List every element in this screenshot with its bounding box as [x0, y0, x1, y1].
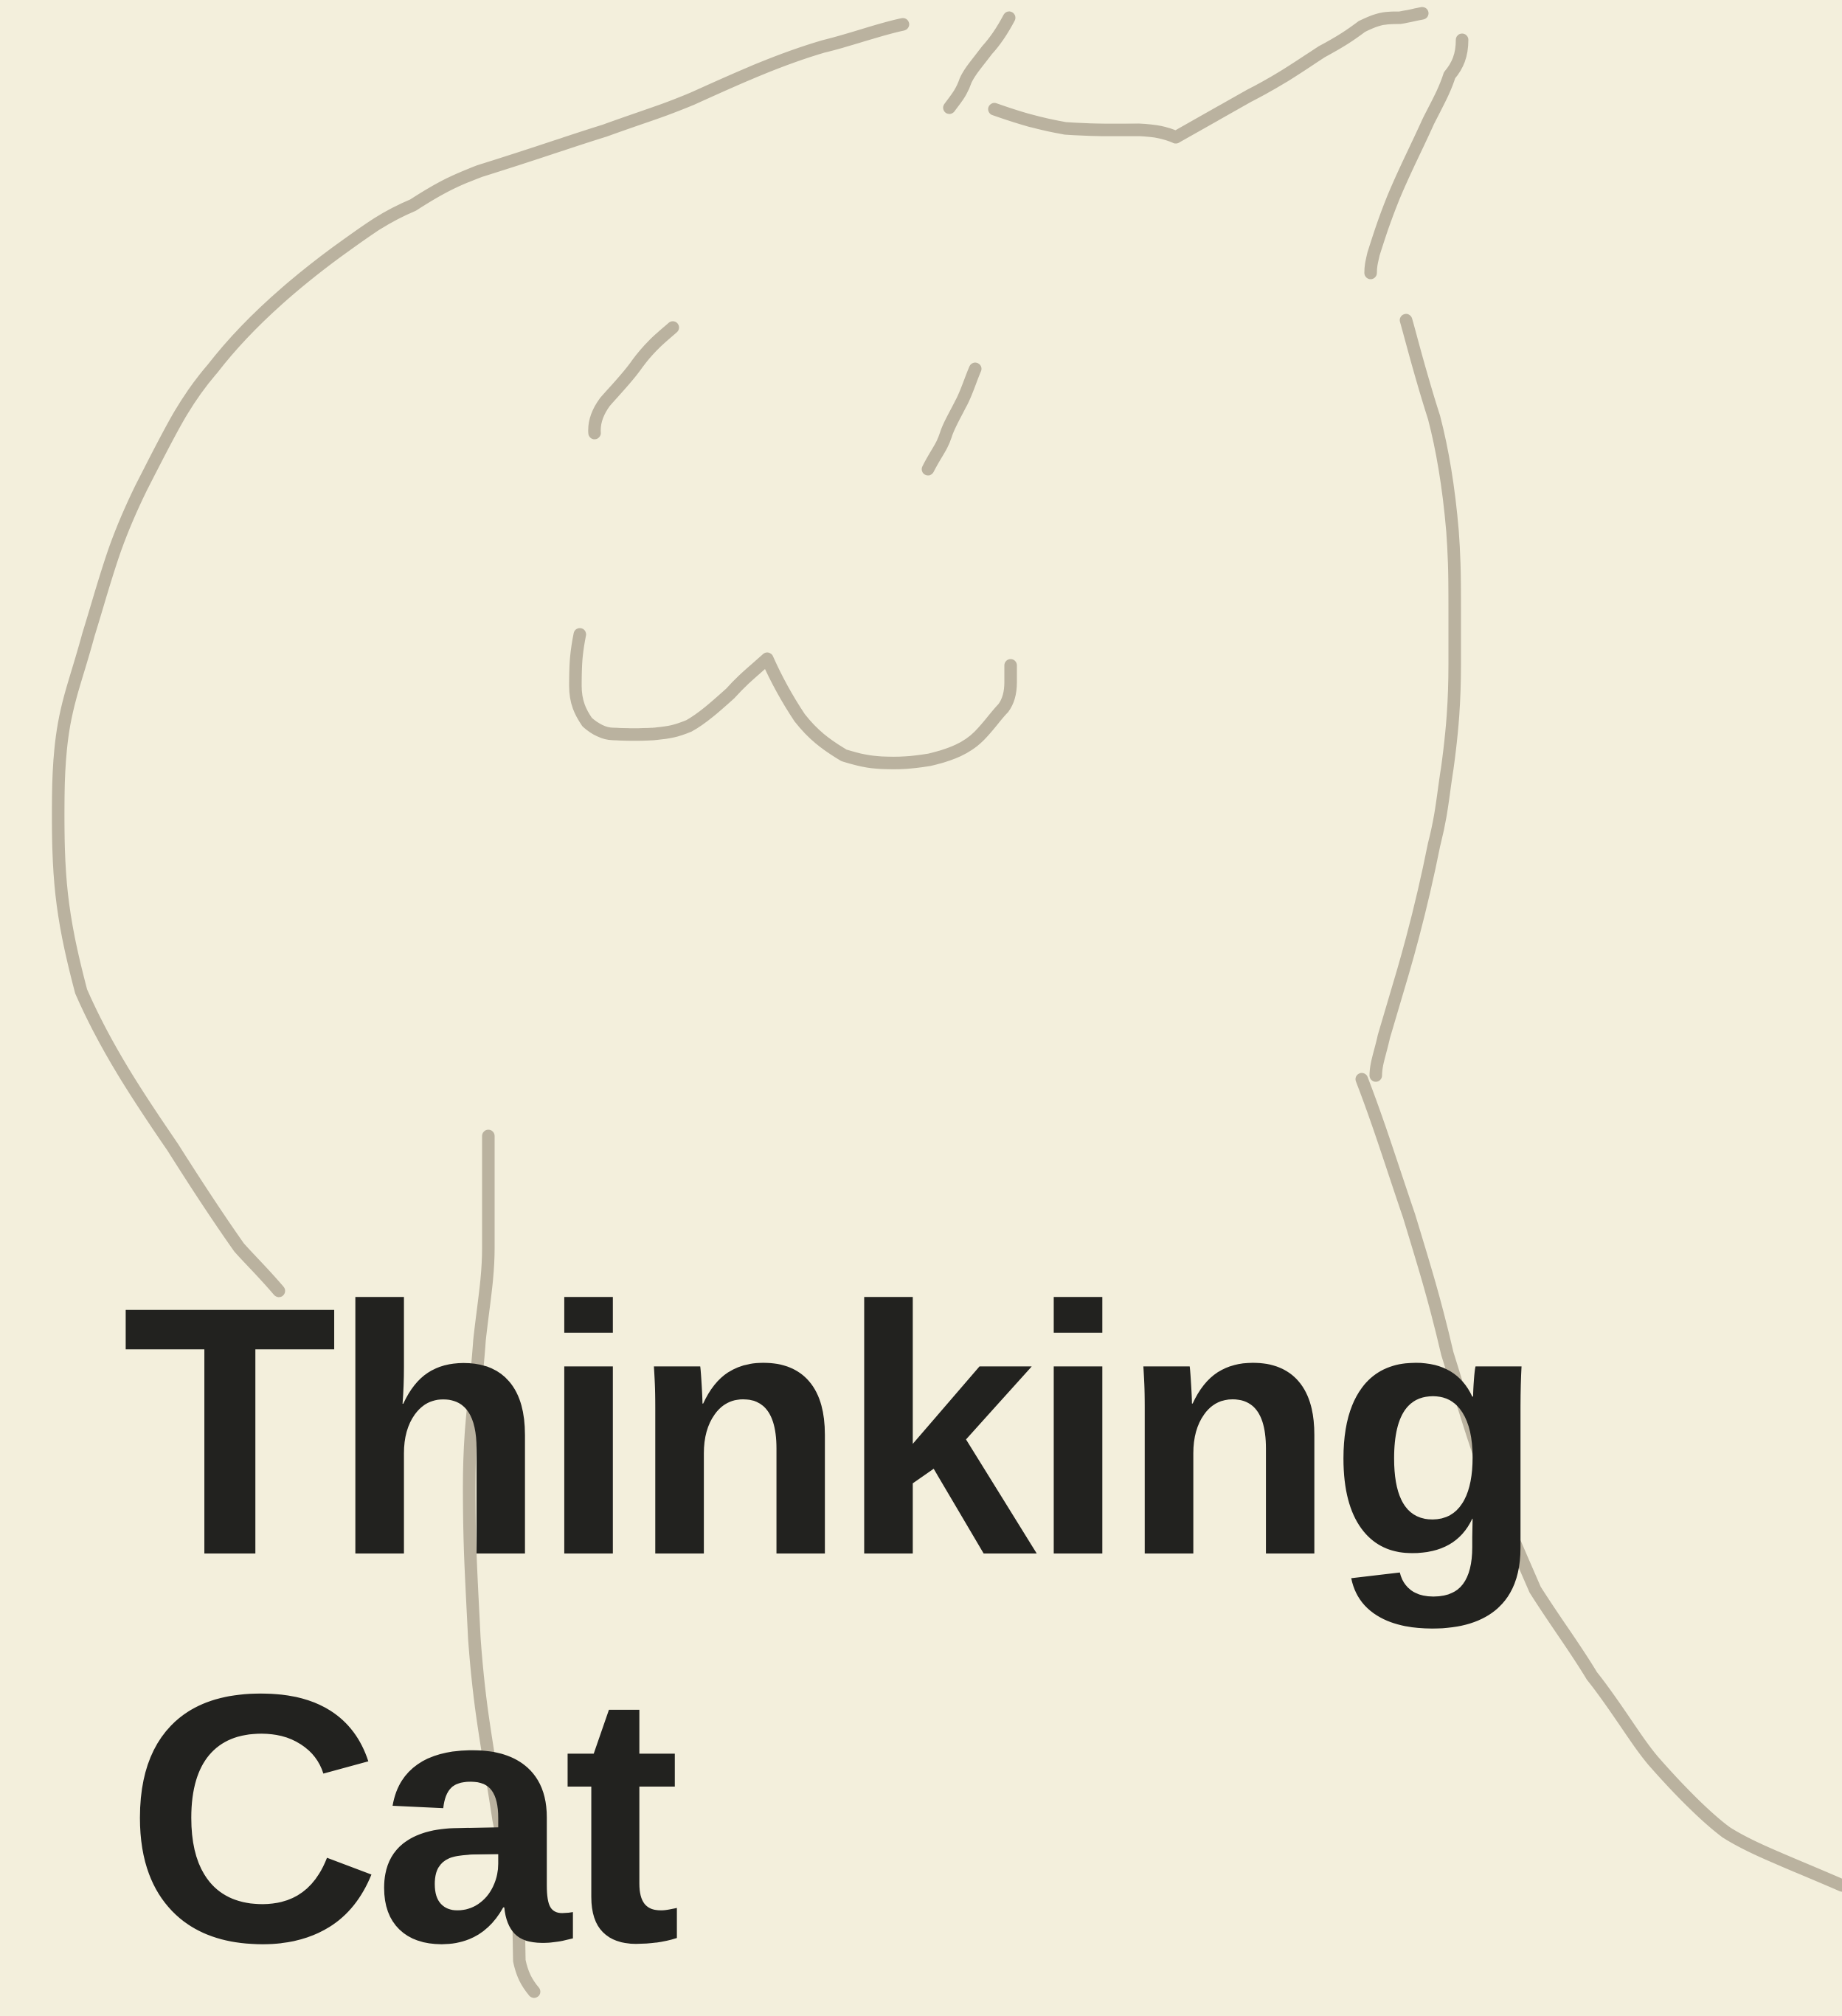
cat-left-eye	[588, 321, 679, 440]
cat-head-right-contour	[1364, 33, 1469, 280]
cat-left-ear-tip	[943, 11, 1016, 114]
cat-body-right-contour	[1369, 314, 1461, 1082]
cat-forehead-line	[988, 103, 1183, 144]
title-word-thinking: Thinking	[122, 1233, 1545, 1629]
title-word-cat: Cat	[125, 1620, 681, 2016]
cat-right-eye	[921, 362, 982, 476]
cat-head-left-contour	[52, 18, 910, 1298]
cat-mouth	[569, 628, 1017, 769]
thinking-cat-poster: Thinking Cat	[0, 0, 1842, 2006]
cat-right-ear	[1169, 7, 1429, 144]
